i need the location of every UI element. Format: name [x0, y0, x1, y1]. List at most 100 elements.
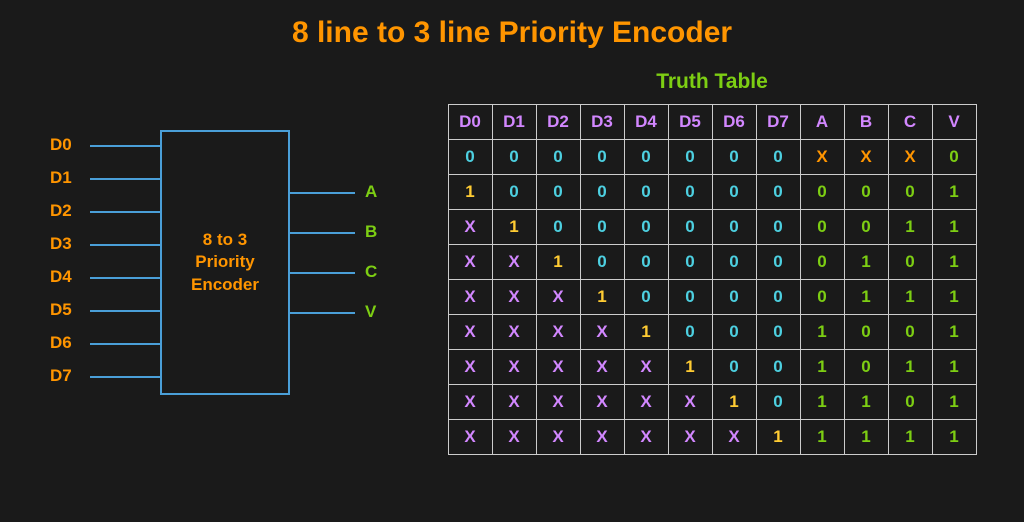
table-cell: X	[580, 350, 624, 385]
table-cell: X	[448, 280, 492, 315]
table-cell: X	[492, 280, 536, 315]
table-row: 00000000XXX0	[448, 140, 976, 175]
output-wire	[290, 232, 355, 234]
input-wire	[90, 145, 160, 147]
table-cell: X	[536, 280, 580, 315]
table-cell: 1	[932, 175, 976, 210]
output-label: A	[365, 182, 377, 202]
table-cell: 1	[492, 210, 536, 245]
block-line3: Encoder	[191, 274, 259, 296]
table-cell: 1	[844, 420, 888, 455]
output-label: C	[365, 262, 377, 282]
table-cell: 1	[536, 245, 580, 280]
table-cell: 0	[536, 210, 580, 245]
table-row: XXXX10001001	[448, 315, 976, 350]
table-cell: 0	[668, 210, 712, 245]
table-header: D3	[580, 105, 624, 140]
table-cell: 0	[756, 280, 800, 315]
output-label: B	[365, 222, 377, 242]
table-cell: 0	[712, 175, 756, 210]
table-cell: 0	[492, 140, 536, 175]
table-cell: X	[492, 350, 536, 385]
table-cell: 0	[580, 245, 624, 280]
table-cell: 0	[580, 210, 624, 245]
table-cell: X	[536, 315, 580, 350]
table-cell: 0	[756, 140, 800, 175]
output-wire	[290, 312, 355, 314]
table-cell: 0	[492, 175, 536, 210]
table-cell: 1	[888, 280, 932, 315]
table-cell: X	[448, 385, 492, 420]
input-label: D4	[50, 267, 72, 287]
table-cell: 1	[932, 210, 976, 245]
table-cell: 0	[932, 140, 976, 175]
output-label: V	[365, 302, 376, 322]
table-cell: X	[624, 385, 668, 420]
table-cell: 1	[844, 280, 888, 315]
table-cell: 1	[712, 385, 756, 420]
table-cell: X	[536, 350, 580, 385]
table-cell: 1	[932, 385, 976, 420]
table-cell: 0	[888, 315, 932, 350]
table-row: 100000000001	[448, 175, 976, 210]
table-header: D5	[668, 105, 712, 140]
block-line1: 8 to 3	[203, 229, 247, 251]
table-cell: 0	[800, 175, 844, 210]
table-cell: 0	[712, 315, 756, 350]
table-cell: 0	[756, 245, 800, 280]
table-cell: X	[448, 420, 492, 455]
input-wire	[90, 376, 160, 378]
table-cell: 0	[756, 210, 800, 245]
table-cell: 1	[844, 385, 888, 420]
table-header: D6	[712, 105, 756, 140]
table-row: XXXXXX101101	[448, 385, 976, 420]
encoder-block: 8 to 3 Priority Encoder	[160, 130, 290, 395]
table-header: D2	[536, 105, 580, 140]
table-cell: 0	[536, 140, 580, 175]
truth-table-title: Truth Table	[656, 70, 768, 94]
table-cell: 0	[888, 245, 932, 280]
table-cell: 0	[668, 175, 712, 210]
table-cell: X	[580, 385, 624, 420]
table-cell: 1	[932, 245, 976, 280]
table-cell: 1	[756, 420, 800, 455]
table-cell: X	[888, 140, 932, 175]
table-cell: 1	[448, 175, 492, 210]
table-header: D4	[624, 105, 668, 140]
table-cell: 0	[624, 210, 668, 245]
table-cell: X	[712, 420, 756, 455]
table-cell: 0	[712, 350, 756, 385]
table-cell: 1	[800, 385, 844, 420]
table-cell: 1	[888, 210, 932, 245]
table-cell: X	[624, 420, 668, 455]
table-cell: 0	[800, 210, 844, 245]
output-wire	[290, 192, 355, 194]
table-cell: 0	[536, 175, 580, 210]
table-cell: X	[668, 385, 712, 420]
table-cell: 1	[800, 420, 844, 455]
input-wire	[90, 343, 160, 345]
table-cell: X	[580, 315, 624, 350]
table-cell: X	[448, 315, 492, 350]
table-cell: 0	[712, 140, 756, 175]
table-header: D7	[756, 105, 800, 140]
input-label: D1	[50, 168, 72, 188]
table-cell: X	[800, 140, 844, 175]
table-cell: X	[448, 210, 492, 245]
truth-table-section: Truth Table D0D1D2D3D4D5D6D7ABCV 0000000…	[440, 70, 984, 455]
output-wire	[290, 272, 355, 274]
table-cell: 0	[756, 175, 800, 210]
table-cell: 0	[668, 280, 712, 315]
table-cell: X	[448, 350, 492, 385]
input-label: D2	[50, 201, 72, 221]
table-header: D0	[448, 105, 492, 140]
input-wire	[90, 244, 160, 246]
table-header: D1	[492, 105, 536, 140]
content-area: 8 to 3 Priority Encoder D0D1D2D3D4D5D6D7…	[0, 50, 1024, 475]
table-cell: 1	[932, 350, 976, 385]
table-cell: 1	[932, 280, 976, 315]
table-cell: X	[492, 385, 536, 420]
table-cell: 1	[580, 280, 624, 315]
table-cell: 0	[624, 175, 668, 210]
page-title: 8 line to 3 line Priority Encoder	[0, 0, 1024, 50]
